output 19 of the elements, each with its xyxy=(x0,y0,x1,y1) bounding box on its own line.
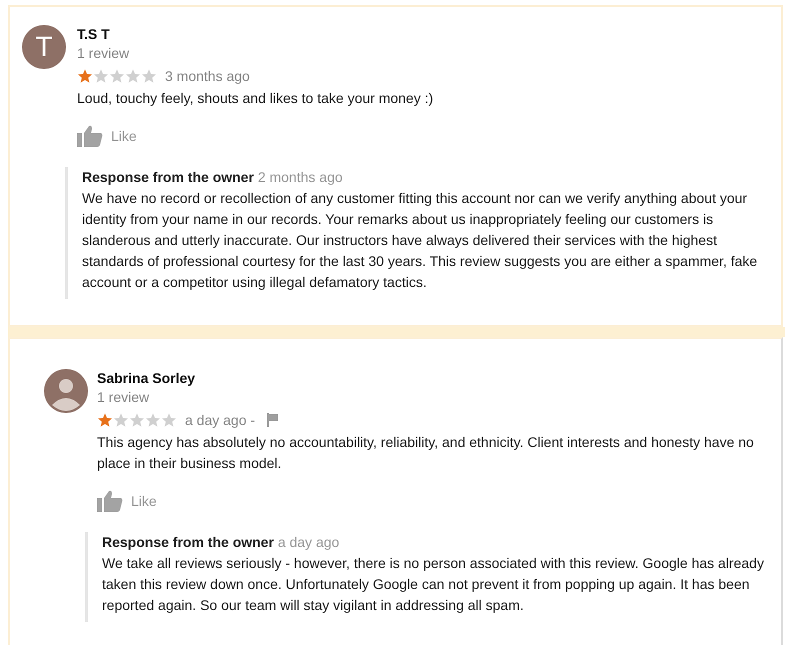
avatar: T xyxy=(22,25,66,69)
response-text: We have no record or recollection of any customer fitting this account nor can we verify anything about your identity from your name in our records. Your remarks about us inappropriately feeling our customers is slanderous and utterly inaccurate. Our instructors have always delivered their services with the highest standards of professional courtesy for the last 30 years. This review suggests you are either a spammer, fake account or a competitor using illegal defamatory tactics. xyxy=(82,189,758,292)
response-heading: Response from the owner xyxy=(82,169,254,185)
review-text: Loud, touchy feely, shouts and likes to take your money :) xyxy=(77,89,434,108)
reviewer-name[interactable]: Sabrina Sorley xyxy=(97,369,765,387)
flag-icon[interactable] xyxy=(267,413,280,427)
avatar-icon xyxy=(44,369,88,413)
response-text: We take all reviews seriously - however, there is no person associated with this review. Google has already taken this review down once. Unfortunately Google can not prevent it from popping up again. It has been reported again. So our team will stay vigilant in addressing all spam. xyxy=(102,554,765,615)
filled-star-icon xyxy=(97,412,113,428)
response-time: a day ago xyxy=(278,534,340,550)
response-time: 2 months ago xyxy=(258,169,343,185)
review-count: 1 review xyxy=(77,44,130,63)
response-heading: Response from the owner xyxy=(102,534,274,550)
filled-star-icon xyxy=(77,68,93,84)
review-count: 1 review xyxy=(97,388,150,407)
review-time: a day ago - xyxy=(185,412,256,428)
reviewer-name[interactable]: T.S T xyxy=(77,25,765,43)
review-time: 3 months ago xyxy=(165,68,250,84)
review-text: This agency has absolutely no accountability, reliability, and ethnicity. Client interests and honesty have no place in their business model. xyxy=(97,433,755,473)
